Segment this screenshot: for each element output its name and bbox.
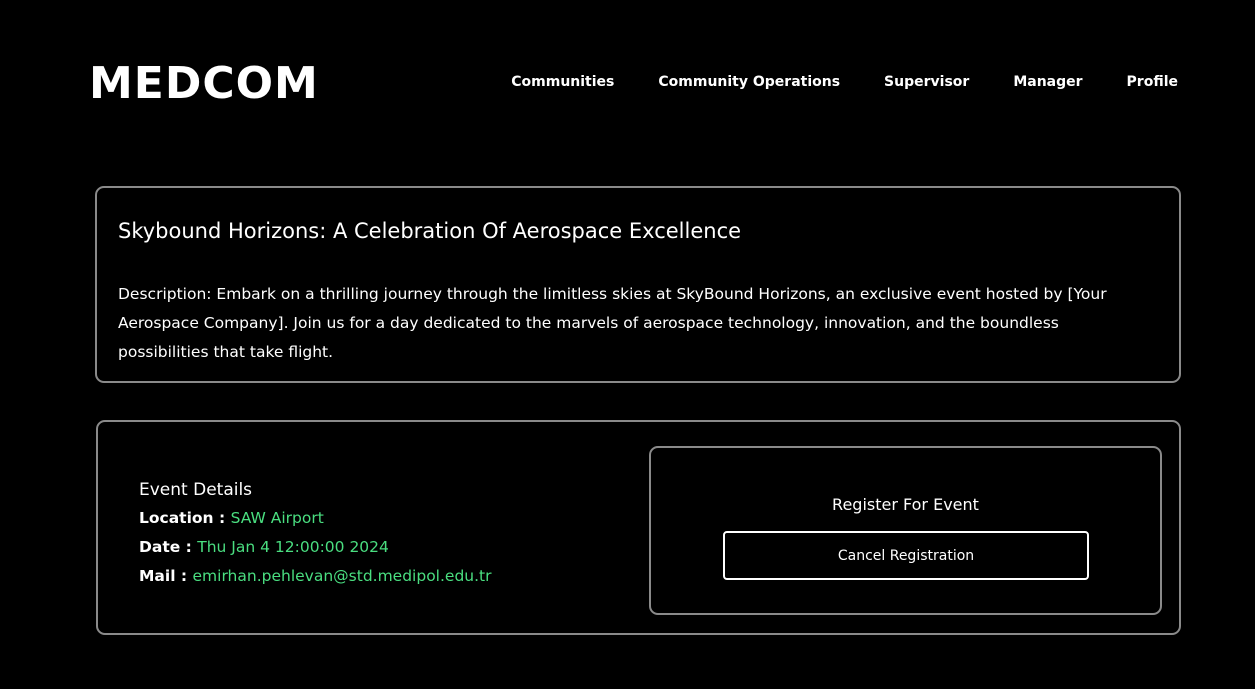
date-value: Thu Jan 4 12:00:00 2024 xyxy=(197,538,389,556)
mail-value: emirhan.pehlevan@std.medipol.edu.tr xyxy=(192,567,492,585)
event-details: Event Details Location : SAW Airport Dat… xyxy=(139,476,492,591)
nav-item-community-operations[interactable]: Community Operations xyxy=(658,72,840,92)
site-header: MEDCOM Communities Community Operations … xyxy=(0,0,1255,170)
event-details-heading: Event Details xyxy=(139,480,253,500)
nav-item-supervisor[interactable]: Supervisor xyxy=(884,72,969,92)
event-details-card: Event Details Location : SAW Airport Dat… xyxy=(96,420,1181,635)
mail-row: Mail : emirhan.pehlevan@std.medipol.edu.… xyxy=(139,562,492,591)
date-label: Date : xyxy=(139,538,198,556)
registration-panel: Register For Event Cancel Registration xyxy=(649,446,1162,615)
location-row: Location : SAW Airport xyxy=(139,504,492,533)
nav-item-manager[interactable]: Manager xyxy=(1013,72,1082,92)
cancel-registration-button[interactable]: Cancel Registration xyxy=(723,531,1089,580)
nav-item-communities[interactable]: Communities xyxy=(511,72,614,92)
location-label: Location : xyxy=(139,509,231,527)
event-title: Skybound Horizons: A Celebration Of Aero… xyxy=(118,219,742,243)
registration-title: Register For Event xyxy=(832,495,979,514)
location-value: SAW Airport xyxy=(230,509,324,527)
nav-item-profile[interactable]: Profile xyxy=(1127,72,1178,92)
event-description: Description: Embark on a thrilling journ… xyxy=(118,285,1107,361)
main-nav: Communities Community Operations Supervi… xyxy=(511,72,1178,92)
event-description-card: Skybound Horizons: A Celebration Of Aero… xyxy=(95,186,1181,383)
date-row: Date : Thu Jan 4 12:00:00 2024 xyxy=(139,533,492,562)
mail-label: Mail : xyxy=(139,567,193,585)
brand-logo[interactable]: MEDCOM xyxy=(89,56,319,112)
